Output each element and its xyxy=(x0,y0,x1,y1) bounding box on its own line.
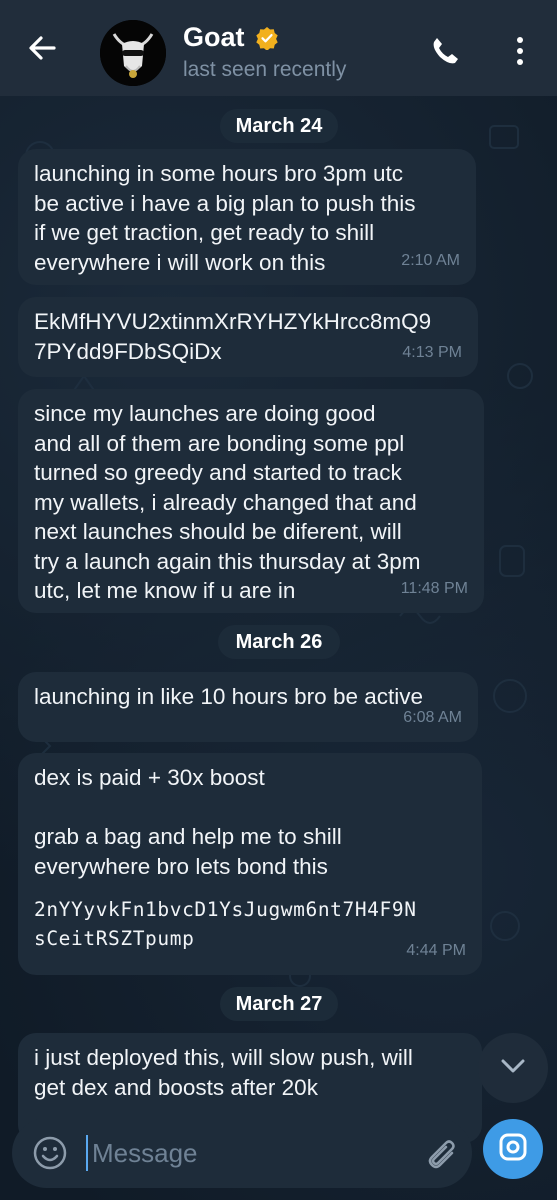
message-time: 11:48 PM xyxy=(400,579,468,597)
camera-button[interactable] xyxy=(483,1119,543,1179)
message-composer xyxy=(12,1118,472,1188)
scroll-down-button[interactable] xyxy=(478,1033,548,1103)
emoji-icon[interactable] xyxy=(32,1135,68,1171)
date-separator: March 24 xyxy=(220,109,338,143)
phone-icon[interactable] xyxy=(428,34,462,68)
message-time: 4:44 PM xyxy=(406,941,466,959)
date-separator: March 27 xyxy=(220,987,338,1021)
attach-paperclip-icon[interactable] xyxy=(424,1135,460,1171)
message-time: 4:13 PM xyxy=(402,343,462,361)
message-text: EkMfHYVU2xtinmXrRYHZYkHrcc8mQ9 7PYdd9FDb… xyxy=(34,309,432,364)
date-separator: March 26 xyxy=(218,625,340,659)
message-text: dex is paid + 30x boost grab a bag and h… xyxy=(34,765,342,879)
message-text: launching in some hours bro 3pm utc be a… xyxy=(34,161,416,275)
camera-icon xyxy=(498,1132,528,1167)
contact-status: last seen recently xyxy=(183,58,347,81)
message-text: launching in like 10 hours bro be active xyxy=(34,684,423,709)
contact-name-text: Goat xyxy=(183,22,245,52)
contact-name[interactable]: Goat xyxy=(183,22,279,53)
message-time: 6:08 AM xyxy=(403,708,462,726)
message-bubble[interactable]: dex is paid + 30x boost grab a bag and h… xyxy=(18,753,482,975)
message-bubble[interactable]: since my launches are doing good and all… xyxy=(18,389,484,613)
message-time: 2:10 AM xyxy=(401,251,460,269)
more-vertical-icon[interactable] xyxy=(508,34,532,68)
message-bubble[interactable]: launching in like 10 hours bro be active… xyxy=(18,672,478,742)
message-text: i just deployed this, will slow push, wi… xyxy=(34,1045,413,1100)
verified-badge-icon xyxy=(255,26,279,51)
chevron-down-icon xyxy=(498,1051,528,1086)
avatar[interactable] xyxy=(100,20,166,86)
back-arrow-icon[interactable] xyxy=(24,30,60,66)
message-bubble[interactable]: launching in some hours bro 3pm utc be a… xyxy=(18,149,476,285)
message-code[interactable]: 2nYYyvkFn1bvcD1YsJugwm6nt7H4F9N sCeitRSZ… xyxy=(34,895,466,953)
message-bubble[interactable]: EkMfHYVU2xtinmXrRYHZYkHrcc8mQ9 7PYdd9FDb… xyxy=(18,297,478,377)
chat-header: Goat last seen recently xyxy=(0,0,557,96)
message-input[interactable] xyxy=(86,1135,406,1171)
